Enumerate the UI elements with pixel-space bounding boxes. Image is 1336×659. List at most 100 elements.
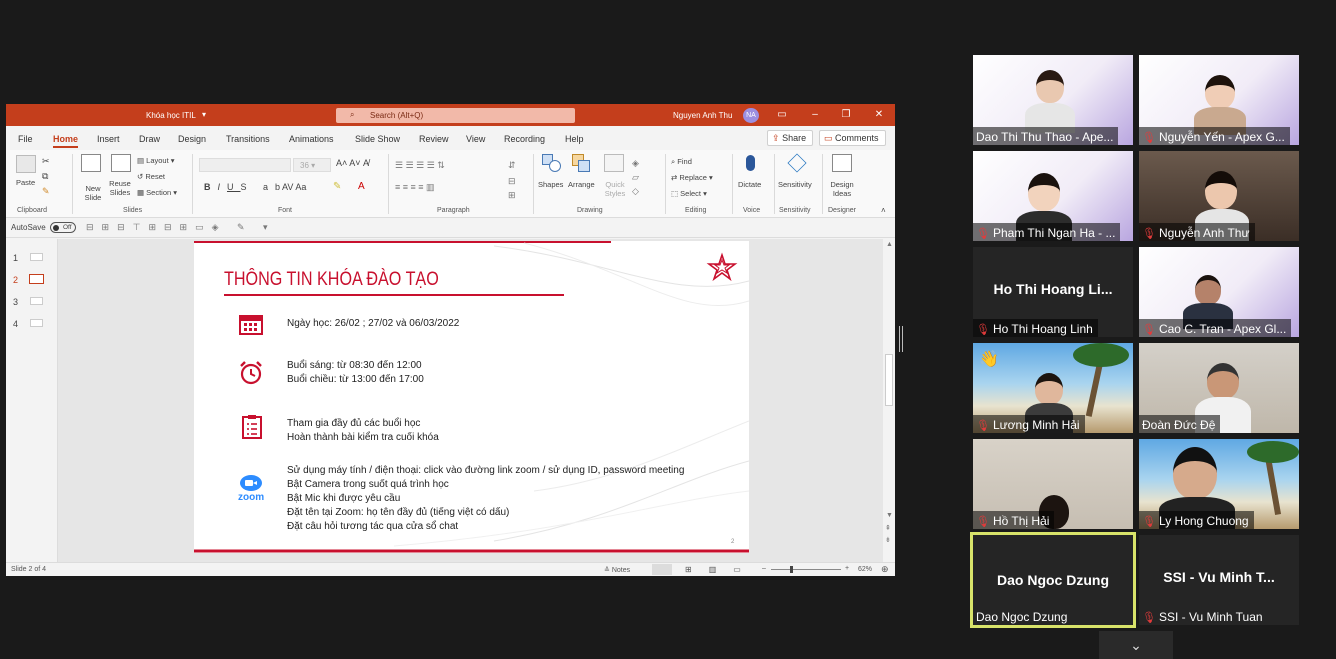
shapes-icon[interactable] xyxy=(542,154,562,172)
layout-button[interactable]: ▤ Layout ▾ xyxy=(137,156,175,165)
cut-icon[interactable]: ✂ xyxy=(42,156,50,167)
avatar[interactable]: NA xyxy=(743,108,759,123)
quick-styles-button[interactable]: Quick Styles xyxy=(602,180,628,198)
ribbon-display-icon[interactable]: ▭ xyxy=(776,109,788,120)
tab-animations[interactable]: Animations xyxy=(289,134,334,144)
view-buttons[interactable]: ⊞▥▭ xyxy=(685,565,758,574)
tab-help[interactable]: Help xyxy=(565,134,584,144)
slide-thumbnail-3[interactable] xyxy=(30,297,43,305)
slide-content[interactable]: THÔNG TIN KHÓA ĐÀO TẠO Ngày học: 26/02 ;… xyxy=(194,241,749,553)
vertical-scrollbar[interactable]: ▲ ▼ ⇞ ⇟ xyxy=(883,239,895,562)
tab-view[interactable]: View xyxy=(466,134,485,144)
participant-tile[interactable]: 🎙 Nguyễn Anh Thư xyxy=(1139,151,1299,241)
text-direction-icon[interactable]: ⇵ xyxy=(508,160,516,171)
new-slide-icon[interactable] xyxy=(81,154,101,172)
new-slide-button[interactable]: New Slide xyxy=(82,184,104,202)
scroll-thumb[interactable] xyxy=(885,354,893,406)
find-button[interactable]: ⌕ Find xyxy=(671,157,692,167)
participant-tile[interactable]: Dao Thi Thu Thao - Ape... xyxy=(973,55,1133,145)
user-name[interactable]: Nguyen Anh Thu xyxy=(673,111,732,120)
sensitivity-icon[interactable] xyxy=(787,153,807,173)
slide-thumbnail-2[interactable] xyxy=(29,274,44,284)
tab-draw[interactable]: Draw xyxy=(139,134,160,144)
notes-button[interactable]: ≙ Notes xyxy=(604,566,630,574)
clear-format-icon[interactable]: A̸ xyxy=(363,158,369,168)
tab-recording[interactable]: Recording xyxy=(504,134,545,144)
share-button[interactable]: ⇪ Share xyxy=(767,130,813,146)
participant-tile[interactable]: 🎙 Hồ Thị Hải xyxy=(973,439,1133,529)
autosave-toggle[interactable]: Off xyxy=(50,222,76,233)
font-color-icon[interactable]: A xyxy=(358,181,365,192)
shape-effects-icon[interactable]: ◇ xyxy=(632,186,639,197)
zoom-out-icon[interactable]: – xyxy=(762,565,766,572)
participant-tile[interactable]: Đoàn Đức Đệ xyxy=(1139,343,1299,433)
font-style-buttons[interactable]: BIUS ab xyxy=(204,182,287,192)
gallery-next-page-button[interactable]: ⌄ xyxy=(1099,631,1173,659)
arrange-icon[interactable] xyxy=(572,154,592,172)
tab-home[interactable]: Home xyxy=(53,134,79,148)
arrange-button[interactable]: Arrange xyxy=(568,180,595,189)
participant-tile[interactable]: 👋 🎙 Lương Minh Hải xyxy=(973,343,1133,433)
comments-button[interactable]: ▭ Comments xyxy=(819,130,886,146)
bullets-icon[interactable]: ☰ ☰ ☰ ☰ ⇅ xyxy=(395,160,445,171)
tab-insert[interactable]: Insert xyxy=(97,134,120,144)
design-ideas-icon[interactable] xyxy=(832,154,852,172)
search-input[interactable]: ⌕ Search (Alt+Q) xyxy=(336,108,575,123)
slide-thumbnail-1[interactable] xyxy=(30,253,43,261)
grow-font-icon[interactable]: A˄ A˅ xyxy=(336,158,361,168)
next-slide-icon[interactable]: ⇟ xyxy=(885,536,891,544)
zoom-level[interactable]: 62% xyxy=(858,566,872,573)
tab-slide-show[interactable]: Slide Show xyxy=(355,134,400,144)
tab-design[interactable]: Design xyxy=(178,134,206,144)
smartart-icon[interactable]: ⊞ xyxy=(508,190,516,201)
paste-button[interactable]: Paste xyxy=(16,178,35,187)
panel-resize-handle[interactable] xyxy=(899,326,903,352)
tab-review[interactable]: Review xyxy=(419,134,449,144)
quick-styles-icon[interactable] xyxy=(604,154,624,172)
fit-slide-icon[interactable]: ⊕ xyxy=(881,564,889,575)
zoom-in-icon[interactable]: + xyxy=(845,565,849,572)
char-spacing-icon[interactable]: AV Aa xyxy=(282,182,306,192)
font-size-select[interactable]: 36 ▾ xyxy=(293,158,331,172)
tab-file[interactable]: File xyxy=(18,134,33,144)
reuse-slides-icon[interactable] xyxy=(111,154,131,172)
format-painter-icon[interactable]: ✎ xyxy=(42,186,50,197)
participant-tile[interactable]: 🎙 Cao C. Tran - Apex Gl... xyxy=(1139,247,1299,337)
normal-view-button[interactable] xyxy=(652,564,672,575)
zoom-slider[interactable] xyxy=(771,569,841,570)
sensitivity-button[interactable]: Sensitivity xyxy=(778,180,812,189)
close-icon[interactable]: ✕ xyxy=(873,109,885,120)
section-button[interactable]: ▦ Section ▾ xyxy=(137,188,177,197)
shape-fill-icon[interactable]: ◈ xyxy=(632,158,639,169)
paste-icon[interactable] xyxy=(16,155,36,173)
participant-tile[interactable]: 🎙 Pham Thi Ngan Ha - ... xyxy=(973,151,1133,241)
shapes-button[interactable]: Shapes xyxy=(538,180,563,189)
align-icons[interactable]: ≡ ≡ ≡ ≡ ▥ xyxy=(395,182,435,193)
copy-icon[interactable]: ⧉ xyxy=(42,171,48,182)
reset-button[interactable]: ↺ Reset xyxy=(137,172,165,181)
active-speaker-tile[interactable]: Dao Ngoc Dzung Dao Ngoc Dzung xyxy=(970,532,1136,628)
shape-outline-icon[interactable]: ▱ xyxy=(632,172,639,183)
font-family-select[interactable] xyxy=(199,158,291,172)
dictate-button[interactable]: Dictate xyxy=(738,180,761,189)
tab-transitions[interactable]: Transitions xyxy=(226,134,270,144)
microphone-icon[interactable] xyxy=(746,155,755,171)
restore-icon[interactable]: ❐ xyxy=(840,109,852,120)
qat-icons[interactable]: ⊟⊞⊟⊤⊞⊟⊞▭◈ ✎ ▾ xyxy=(86,222,276,233)
participant-tile[interactable]: SSI - Vu Minh T... 🎙 SSI - Vu Minh Tuan xyxy=(1139,535,1299,625)
participant-tile[interactable]: 🎙 Nguyễn Yến - Apex G... xyxy=(1139,55,1299,145)
reuse-slides-button[interactable]: Reuse Slides xyxy=(109,179,131,197)
participant-tile[interactable]: 🎙 Ly Hong Chuong xyxy=(1139,439,1299,529)
document-title[interactable]: Khóa học ITIL xyxy=(146,111,196,120)
participant-tile[interactable]: Ho Thi Hoang Li... 🎙 Ho Thi Hoang Linh xyxy=(973,247,1133,337)
select-button[interactable]: ⬚ Select ▾ xyxy=(671,189,707,198)
design-ideas-button[interactable]: Design Ideas xyxy=(827,180,857,198)
highlight-icon[interactable]: ✎ xyxy=(333,181,341,192)
zoom-slider-thumb[interactable] xyxy=(790,566,793,573)
minimize-icon[interactable]: – xyxy=(809,109,821,120)
replace-button[interactable]: ⇄ Replace ▾ xyxy=(671,173,713,182)
chevron-down-icon[interactable]: ▾ xyxy=(202,110,206,119)
slide-thumbnail-4[interactable] xyxy=(30,319,43,327)
align-text-icon[interactable]: ⊟ xyxy=(508,176,516,187)
prev-slide-icon[interactable]: ⇞ xyxy=(885,524,891,532)
